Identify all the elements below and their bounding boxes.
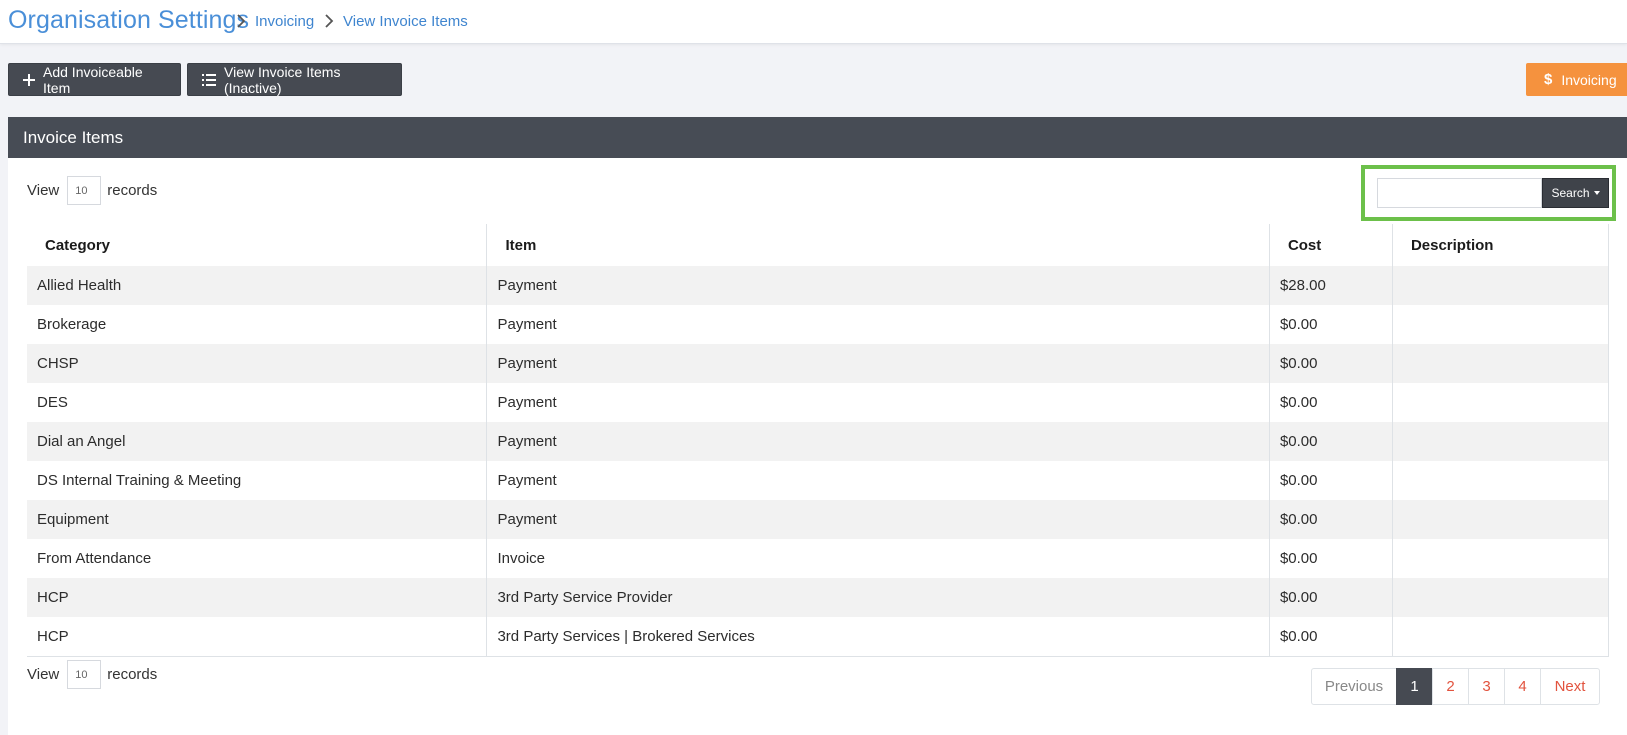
cell-description xyxy=(1391,539,1610,578)
column-header-category[interactable]: Category xyxy=(27,224,487,266)
cell-description xyxy=(1391,305,1610,344)
table-row[interactable]: From Attendance Invoice $0.00 xyxy=(27,539,1610,578)
pagination: Previous 1 2 3 4 Next xyxy=(1311,668,1600,705)
cell-cost: $0.00 xyxy=(1268,578,1393,617)
plus-icon xyxy=(23,73,35,86)
cell-cost: $0.00 xyxy=(1268,500,1393,539)
page-title: Organisation Settings xyxy=(8,6,250,34)
search-button[interactable]: Search xyxy=(1542,178,1609,208)
cell-category: Equipment xyxy=(27,500,487,539)
cell-category: HCP xyxy=(27,617,487,657)
pagination-page-1[interactable]: 1 xyxy=(1396,668,1433,705)
table-header-row: Category Item Cost Description xyxy=(27,224,1610,266)
cell-description xyxy=(1391,266,1610,305)
cell-cost: $0.00 xyxy=(1268,422,1393,461)
cell-description xyxy=(1391,617,1610,657)
caret-down-icon xyxy=(1593,191,1600,195)
pagination-page-4[interactable]: 4 xyxy=(1504,668,1541,705)
cell-category: Dial an Angel xyxy=(27,422,487,461)
cell-item: Payment xyxy=(486,461,1270,500)
page-size-input[interactable]: 10 xyxy=(67,176,102,205)
table-row[interactable]: Dial an Angel Payment $0.00 xyxy=(27,422,1610,461)
cell-item: Payment xyxy=(486,344,1270,383)
dollar-icon: $ xyxy=(1544,71,1553,88)
table-row[interactable]: HCP 3rd Party Service Provider $0.00 xyxy=(27,578,1610,617)
list-icon xyxy=(202,73,216,86)
cell-category: From Attendance xyxy=(27,539,487,578)
column-header-cost[interactable]: Cost xyxy=(1268,224,1393,266)
cell-description xyxy=(1391,578,1610,617)
add-invoiceable-item-label: Add Invoiceable Item xyxy=(43,63,143,96)
cell-category: DS Internal Training & Meeting xyxy=(27,461,487,500)
cell-category: Allied Health xyxy=(27,266,487,305)
pagination-page-2[interactable]: 2 xyxy=(1432,668,1469,705)
cell-description xyxy=(1391,500,1610,539)
cell-cost: $0.00 xyxy=(1268,305,1393,344)
cell-item: Payment xyxy=(486,266,1270,305)
cell-item: Payment xyxy=(486,383,1270,422)
table-row[interactable]: DES Payment $0.00 xyxy=(27,383,1610,422)
breadcrumb-view-invoice-items[interactable]: View Invoice Items xyxy=(343,13,468,30)
records-label: records xyxy=(107,182,158,199)
view-label: View xyxy=(27,666,60,683)
column-header-description[interactable]: Description xyxy=(1391,224,1610,266)
chevron-right-icon xyxy=(237,14,246,28)
cell-item: Payment xyxy=(486,305,1270,344)
cell-description xyxy=(1391,344,1610,383)
page-size-control-bottom: View 10 records xyxy=(27,660,157,689)
cell-cost: $0.00 xyxy=(1268,539,1393,578)
table-row[interactable]: DS Internal Training & Meeting Payment $… xyxy=(27,461,1610,500)
cell-cost: $0.00 xyxy=(1268,461,1393,500)
table-row[interactable]: Allied Health Payment $28.00 xyxy=(27,266,1610,305)
page-size-input[interactable]: 10 xyxy=(67,660,102,689)
view-inactive-items-label: View Invoice Items (Inactive) xyxy=(224,63,341,96)
add-invoiceable-item-button[interactable]: Add Invoiceable Item xyxy=(8,63,181,96)
cell-item: Payment xyxy=(486,500,1270,539)
page-size-control-top: View 10 records xyxy=(27,176,157,205)
chevron-right-icon xyxy=(325,14,334,28)
search-button-label: Search xyxy=(1551,186,1590,200)
cell-cost: $0.00 xyxy=(1268,344,1393,383)
cell-cost: $28.00 xyxy=(1268,266,1393,305)
invoicing-button-label: Invoicing xyxy=(1561,71,1617,88)
top-header: Organisation Settings Invoicing View Inv… xyxy=(0,0,1627,44)
panel-title: Invoice Items xyxy=(23,127,124,147)
pagination-previous[interactable]: Previous xyxy=(1311,668,1397,705)
cell-item: Payment xyxy=(486,422,1270,461)
cell-cost: $0.00 xyxy=(1268,617,1393,657)
cell-cost: $0.00 xyxy=(1268,383,1393,422)
invoicing-button[interactable]: $ Invoicing xyxy=(1526,63,1627,96)
records-label: records xyxy=(107,666,158,683)
pagination-next[interactable]: Next xyxy=(1540,668,1600,705)
cell-description xyxy=(1391,461,1610,500)
cell-category: HCP xyxy=(27,578,487,617)
table-row[interactable]: Brokerage Payment $0.00 xyxy=(27,305,1610,344)
column-header-item[interactable]: Item xyxy=(486,224,1270,266)
cell-item: Invoice xyxy=(486,539,1270,578)
breadcrumb-invoicing[interactable]: Invoicing xyxy=(255,13,314,30)
search-input[interactable] xyxy=(1377,178,1542,208)
table-row[interactable]: Equipment Payment $0.00 xyxy=(27,500,1610,539)
cell-item: 3rd Party Services | Brokered Services xyxy=(486,617,1270,657)
cell-description xyxy=(1391,422,1610,461)
cell-description xyxy=(1391,383,1610,422)
table-row[interactable]: HCP 3rd Party Services | Brokered Servic… xyxy=(27,617,1610,657)
cell-category: Brokerage xyxy=(27,305,487,344)
view-label: View xyxy=(27,182,60,199)
cell-category: DES xyxy=(27,383,487,422)
pagination-page-3[interactable]: 3 xyxy=(1468,668,1505,705)
view-inactive-items-button[interactable]: View Invoice Items (Inactive) xyxy=(187,63,402,96)
panel-header: Invoice Items xyxy=(8,117,1627,158)
cell-item: 3rd Party Service Provider xyxy=(486,578,1270,617)
invoice-items-table: Category Item Cost Description Allied He… xyxy=(27,224,1610,657)
cell-category: CHSP xyxy=(27,344,487,383)
table-row[interactable]: CHSP Payment $0.00 xyxy=(27,344,1610,383)
